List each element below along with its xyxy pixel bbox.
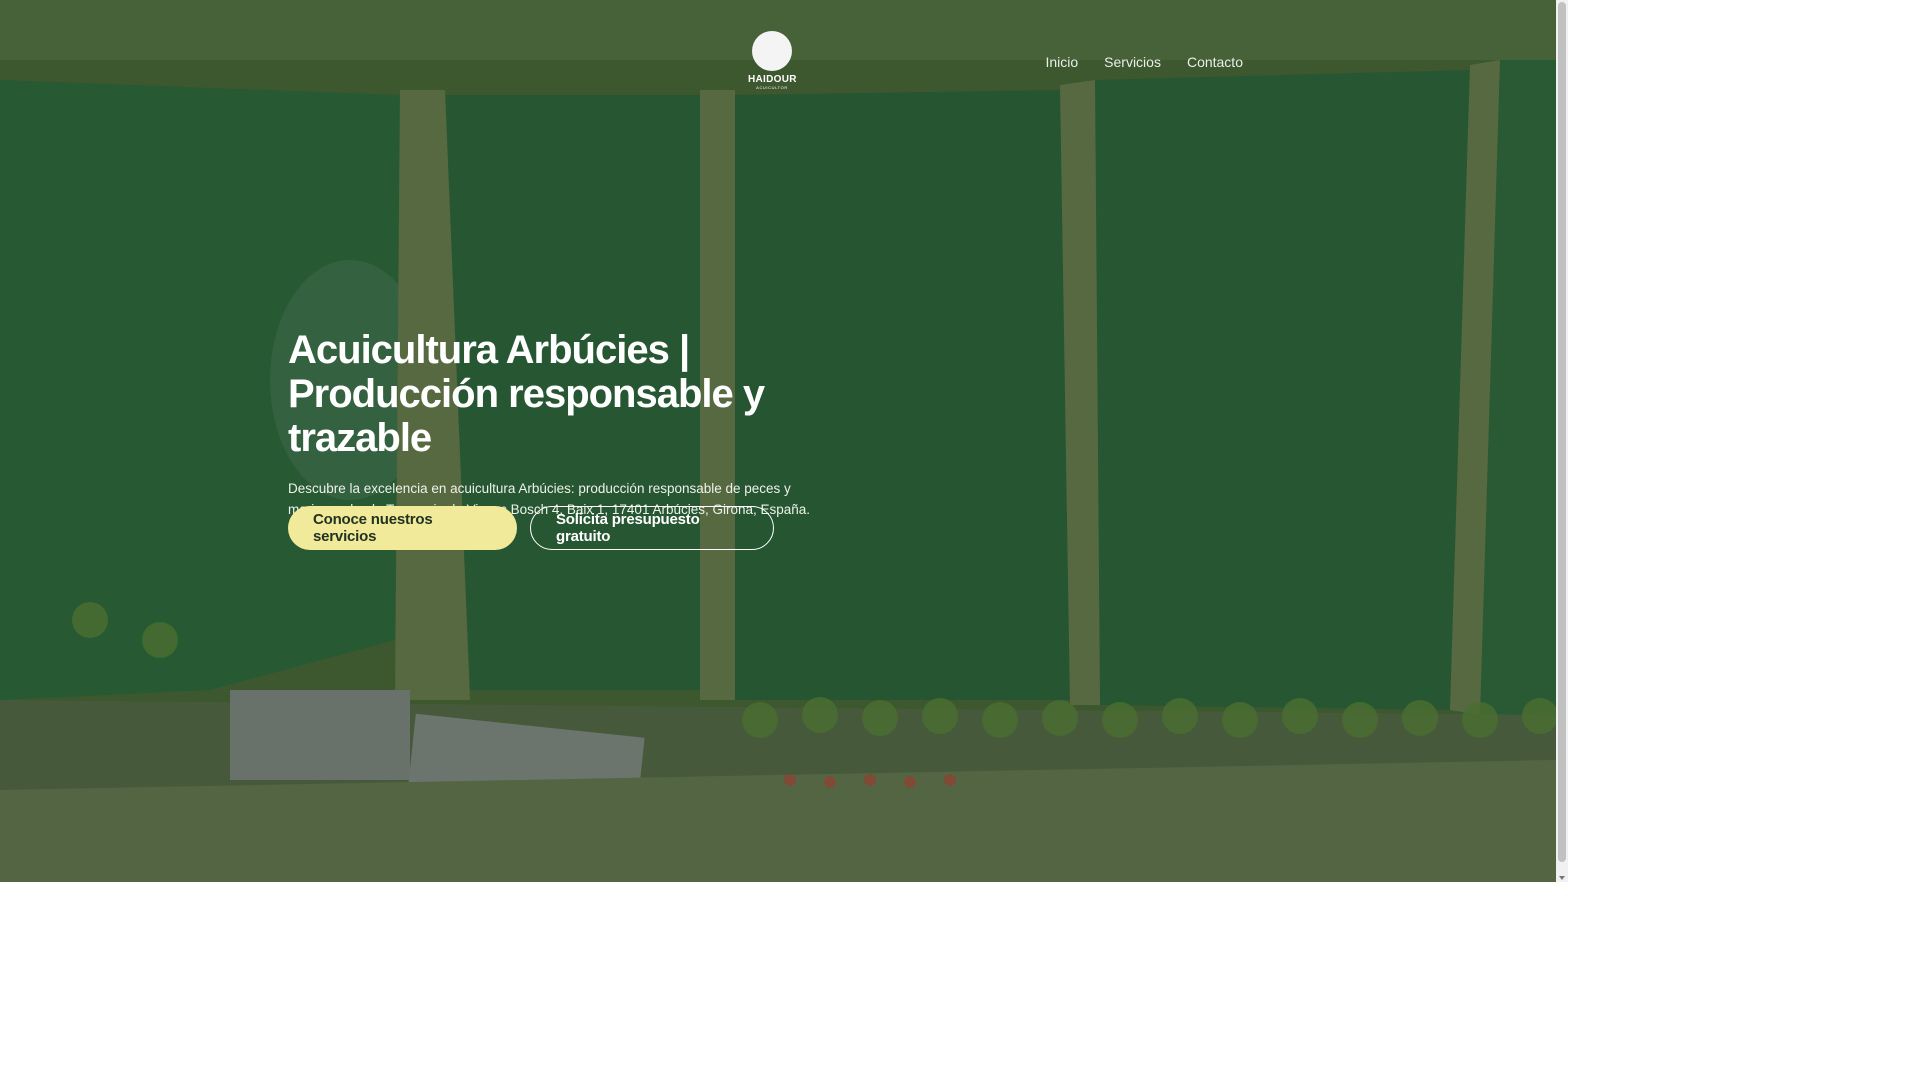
services-button[interactable]: Conoce nuestros servicios (288, 506, 517, 550)
nav-item-contacto[interactable]: Contacto (1187, 52, 1243, 72)
hero-actions: Conoce nuestros servicios Solicita presu… (288, 506, 774, 550)
hero-content: Acuicultura Arbúcies | Producción respon… (288, 328, 908, 520)
brand-tagline: ACUICULTOR (756, 85, 788, 90)
logo-circle-icon (752, 31, 792, 71)
nav-item-inicio[interactable]: Inicio (1045, 52, 1078, 72)
page: HAIDOUR ACUICULTOR Inicio Servicios Cont… (0, 0, 1568, 882)
site-header: HAIDOUR ACUICULTOR Inicio Servicios Cont… (0, 0, 1556, 124)
hero-title: Acuicultura Arbúcies | Producción respon… (288, 328, 765, 460)
page-scrollbar[interactable] (1556, 0, 1568, 882)
brand-name: HAIDOUR (748, 74, 797, 85)
quote-button[interactable]: Solicita presupuesto gratuito (530, 506, 774, 550)
nav-item-servicios[interactable]: Servicios (1104, 52, 1161, 72)
scroll-down-arrow-icon[interactable] (1559, 876, 1565, 880)
main-nav: Inicio Servicios Contacto (1045, 52, 1243, 72)
scrollbar-thumb[interactable] (1558, 2, 1566, 862)
brand-logo[interactable]: HAIDOUR ACUICULTOR (748, 31, 796, 93)
